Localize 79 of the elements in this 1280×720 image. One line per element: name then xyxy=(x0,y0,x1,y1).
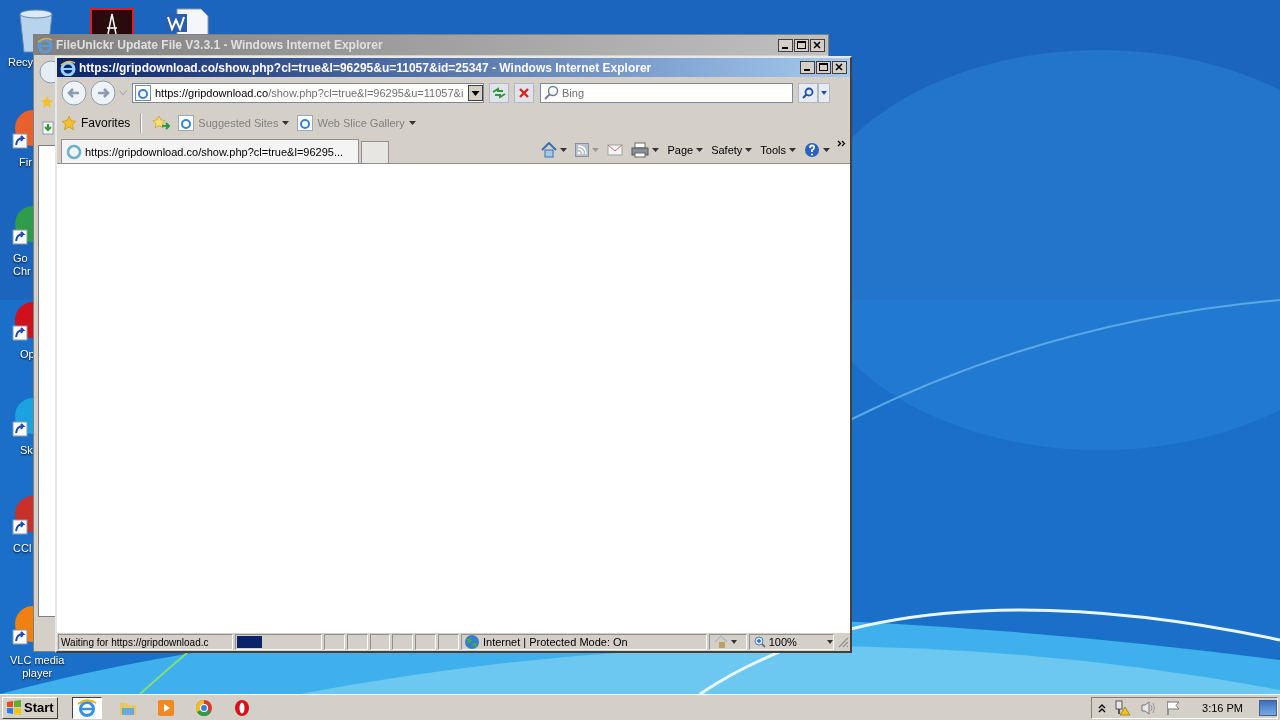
maximize-button[interactable] xyxy=(816,61,831,74)
status-panel xyxy=(346,634,368,650)
security-zone: Internet | Protected Mode: On xyxy=(461,634,707,650)
flag-icon[interactable] xyxy=(1166,699,1183,716)
refresh-button[interactable] xyxy=(489,83,509,103)
start-button[interactable]: Start xyxy=(2,696,58,719)
page-icon xyxy=(135,85,151,101)
add-favorite-icon[interactable] xyxy=(152,115,171,131)
loading-icon xyxy=(66,143,82,160)
chevron-icon[interactable] xyxy=(837,140,846,147)
resize-grip-icon[interactable] xyxy=(837,636,849,648)
caret-icon xyxy=(408,121,416,125)
caret-icon xyxy=(696,148,704,152)
icon-label: Sk xyxy=(20,444,33,457)
browser-logo-icon xyxy=(76,698,97,717)
page-icon xyxy=(178,115,195,131)
menu-button[interactable]: Tools xyxy=(757,144,799,156)
icon-label: VLC media player xyxy=(10,654,65,680)
caret-icon xyxy=(745,148,753,152)
home-icon xyxy=(541,142,558,158)
status-panel xyxy=(323,634,345,650)
icon-label: Go Chr xyxy=(13,252,31,278)
menu-button[interactable]: Page xyxy=(664,144,707,156)
minimize-button[interactable] xyxy=(800,61,815,74)
stop-button[interactable] xyxy=(514,83,534,103)
window-title: FileUnlckr Update File V3.3.1 - Windows Internet Explorer xyxy=(56,38,384,52)
status-text: Waiting for https://gripdownload.c xyxy=(58,634,233,650)
protected-mode-button[interactable] xyxy=(709,634,747,650)
browser-logo-icon xyxy=(193,698,214,717)
address-field[interactable]: https://gripdownload.co/show.php?cl=true&l=96295&u=11057&i xyxy=(132,83,484,103)
dropdown-button[interactable] xyxy=(818,83,830,103)
close-button[interactable] xyxy=(832,61,847,74)
caret-icon xyxy=(282,121,290,125)
maximize-button[interactable] xyxy=(794,38,809,52)
star-icon xyxy=(61,115,77,131)
url-text: https://gripdownload.co/show.php?cl=true&l=96295&u=11057&i xyxy=(155,87,464,99)
taskbar-app-button[interactable] xyxy=(71,696,102,719)
play-icon xyxy=(155,698,176,717)
page-icon xyxy=(297,115,314,131)
zoom-button[interactable]: 100% xyxy=(748,634,835,650)
help-icon xyxy=(804,142,820,158)
globe-icon xyxy=(464,634,480,650)
status-panel xyxy=(438,634,459,650)
caret-icon xyxy=(823,148,830,152)
windows-logo-icon xyxy=(6,699,22,716)
show-hidden-icons-button[interactable] xyxy=(1098,702,1107,713)
clock[interactable]: 3:16 PM xyxy=(1202,701,1243,714)
caret-icon xyxy=(789,148,796,152)
printer-icon xyxy=(631,142,650,158)
new-tab-button[interactable] xyxy=(361,141,389,163)
window-title: https://gripdownload.co/show.php?cl=true&l=96295&u=11057&id=25347 - Windows Internet Explorer xyxy=(79,60,653,75)
icon-label: Fir xyxy=(19,156,32,169)
close-button[interactable] xyxy=(810,38,825,52)
caret-icon xyxy=(827,640,834,644)
add-icon[interactable] xyxy=(42,121,54,135)
status-panel xyxy=(369,634,391,650)
caret-icon xyxy=(652,148,660,152)
browser-logo-icon xyxy=(60,59,76,76)
browser-tab[interactable]: https://gripdownload.co/show.php?cl=true&l=96295... xyxy=(61,139,359,163)
status-panel xyxy=(415,634,437,650)
search-button[interactable] xyxy=(798,83,818,103)
search-field[interactable]: Bing xyxy=(540,83,793,103)
menu-button[interactable]: Safety xyxy=(708,144,756,156)
icon-label: Recy xyxy=(8,56,34,69)
show-desktop-button[interactable] xyxy=(1259,699,1277,716)
network-warning-icon[interactable] xyxy=(1114,699,1133,716)
feed-icon xyxy=(575,143,590,157)
browser-logo-icon xyxy=(37,37,53,53)
status-panel xyxy=(392,634,414,650)
icon-label: CCl xyxy=(13,542,32,555)
caret-icon xyxy=(731,640,737,644)
minimize-button[interactable] xyxy=(778,38,793,52)
zoom-icon xyxy=(753,636,766,648)
star-icon[interactable] xyxy=(40,95,54,109)
favorites-button[interactable]: Favorites xyxy=(61,115,131,131)
search-icon xyxy=(543,85,559,101)
caret-icon xyxy=(592,148,600,152)
dropdown-button[interactable] xyxy=(468,85,483,101)
caret-icon xyxy=(560,148,568,152)
